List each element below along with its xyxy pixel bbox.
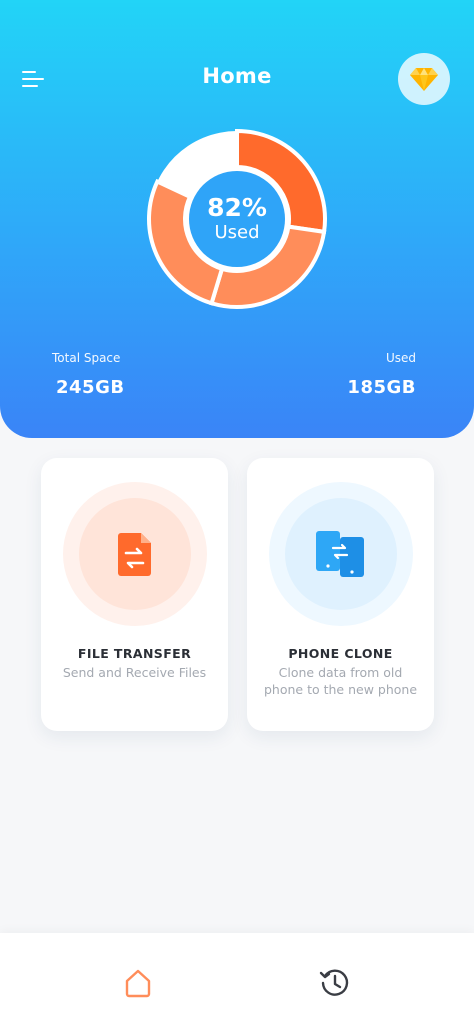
header: Home 82% Used Total Space 245GB Used 185…: [0, 0, 474, 438]
phone-clone-title: PHONE CLONE: [288, 646, 393, 661]
bottom-navigation: [0, 933, 474, 1031]
storage-donut-chart: 82% Used: [146, 128, 328, 310]
phone-clone-icon: [316, 531, 364, 577]
home-icon: [125, 969, 151, 998]
donut-center: 82% Used: [189, 171, 285, 267]
used-caption: Used: [214, 222, 260, 243]
phone-clone-icon-halo: [269, 482, 413, 626]
phone-clone-description: Clone data from old phone to the new pho…: [263, 665, 418, 697]
file-transfer-icon: [118, 533, 151, 576]
total-space-value: 245GB: [56, 377, 125, 398]
history-icon: [319, 969, 349, 996]
used-percent: 82%: [207, 193, 267, 222]
total-space-stat: Total Space 245GB: [52, 351, 125, 398]
file-transfer-title: FILE TRANSFER: [77, 646, 192, 661]
used-space-value: 185GB: [347, 377, 416, 398]
file-transfer-card[interactable]: FILE TRANSFER Send and Receive Files: [41, 458, 228, 731]
diamond-icon: [410, 68, 438, 91]
premium-button[interactable]: [398, 53, 450, 105]
file-transfer-description: Send and Receive Files: [62, 665, 207, 680]
used-space-label: Used: [385, 351, 416, 365]
file-transfer-icon-halo: [63, 482, 207, 626]
nav-history-button[interactable]: [317, 965, 353, 1001]
phone-clone-card[interactable]: PHONE CLONE Clone data from old phone to…: [247, 458, 434, 731]
total-space-label: Total Space: [52, 351, 121, 365]
nav-home-button[interactable]: [120, 965, 156, 1001]
used-space-stat: Used 185GB: [347, 351, 416, 398]
